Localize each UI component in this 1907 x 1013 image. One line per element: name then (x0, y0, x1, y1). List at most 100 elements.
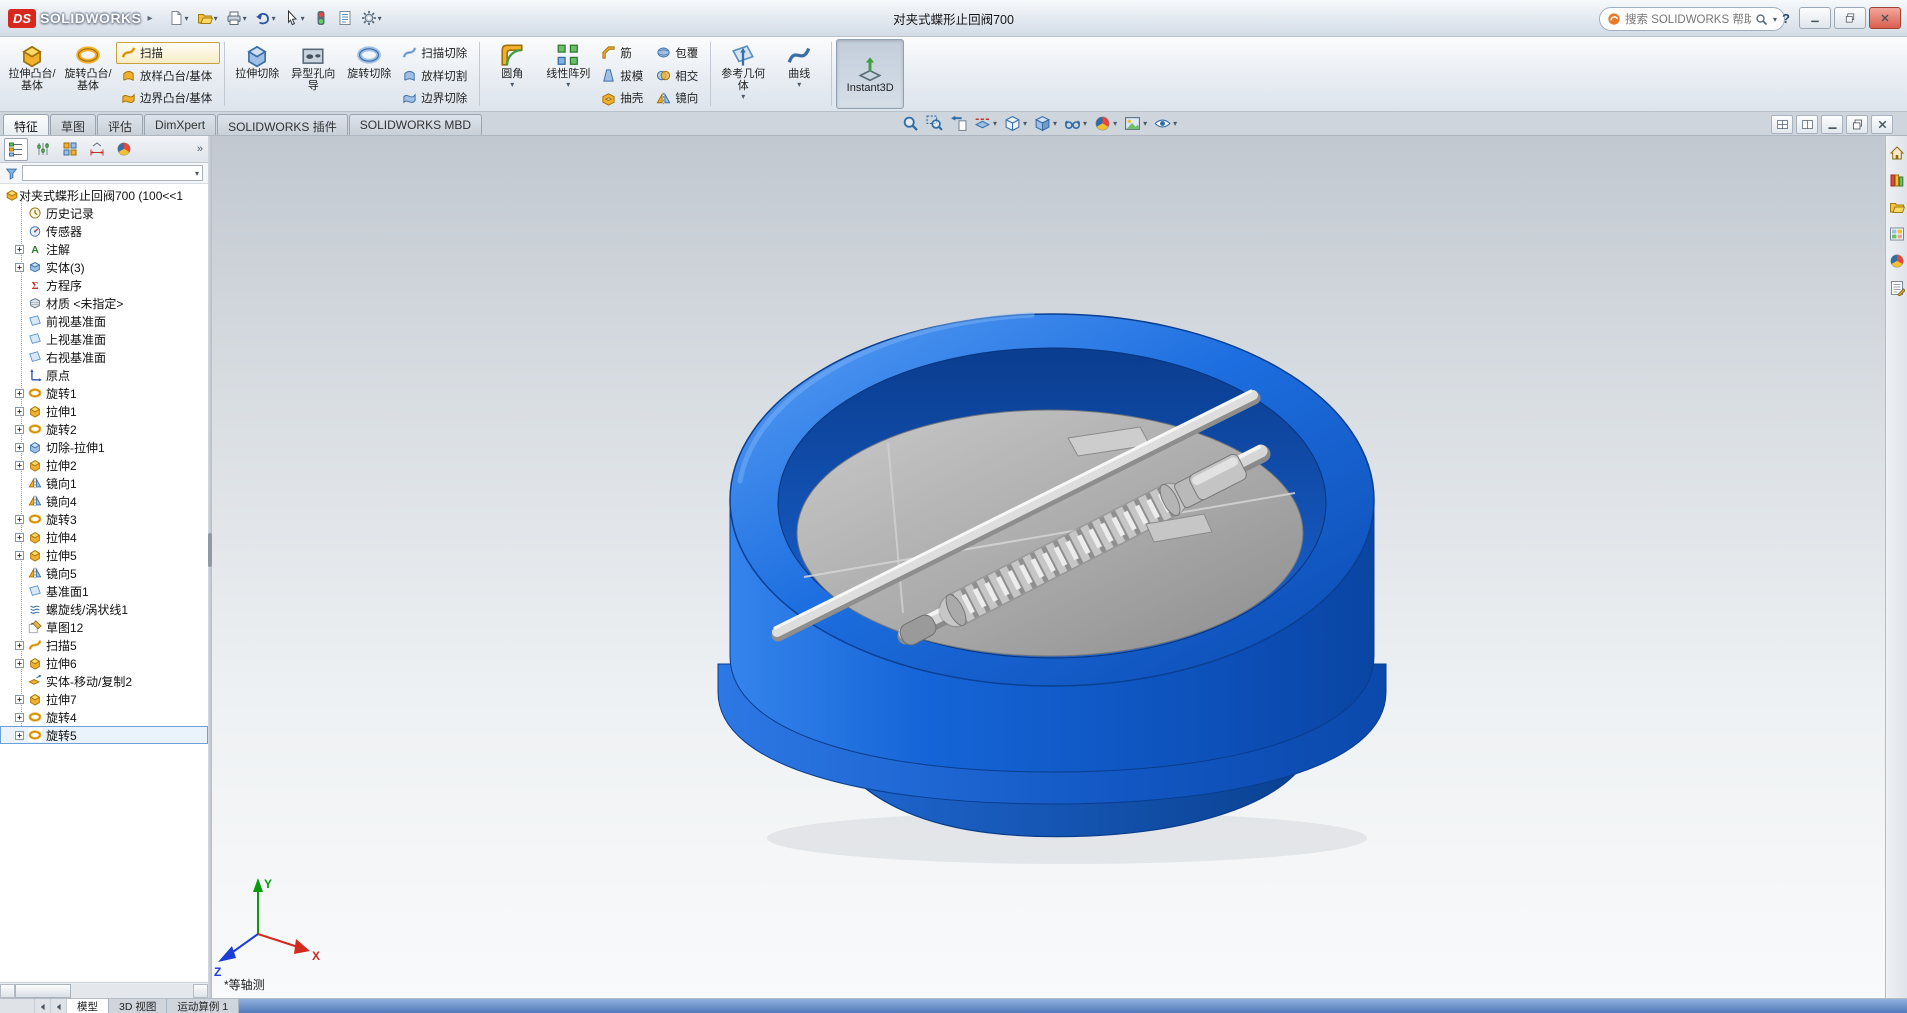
tree-item[interactable]: + 拉伸5 (0, 546, 208, 564)
property-manager-tab[interactable] (31, 138, 55, 161)
expand-toggle[interactable]: + (15, 442, 24, 452)
filter-input[interactable]: ▾ (22, 165, 203, 181)
pane-wide-button[interactable] (1796, 115, 1818, 134)
feature-tree-filter[interactable]: ▾ (0, 163, 208, 184)
tree-item[interactable]: + 实体(3) (0, 258, 208, 276)
ribbon-button-linear-pattern[interactable]: 线性阵列 ▾ (540, 39, 596, 109)
new-document-button[interactable]: ▾ (165, 8, 192, 28)
dropdown-arrow-icon[interactable]: ▾ (797, 80, 801, 89)
ribbon-tab-5[interactable]: SOLIDWORKS MBD (348, 114, 483, 135)
dropdown-arrow-icon[interactable]: ▾ (301, 14, 305, 23)
tree-item[interactable]: 草图12 (0, 618, 208, 636)
scroll-right-button[interactable] (193, 983, 208, 998)
ribbon-button-curves[interactable]: 曲线 ▾ (771, 39, 827, 109)
bottom-tab-0[interactable]: 模型 (67, 999, 109, 1013)
tree-item[interactable]: + 旋转4 (0, 708, 208, 726)
expand-toggle[interactable]: + (15, 532, 24, 542)
minimize-doc-button[interactable] (1821, 115, 1843, 134)
expand-toggle[interactable]: + (15, 388, 24, 398)
ribbon-button-intersect[interactable]: 相交 (651, 65, 706, 87)
help-button[interactable]: ? (1776, 11, 1796, 26)
expand-toggle[interactable]: + (15, 658, 24, 668)
select-button[interactable]: ▾ (281, 8, 308, 28)
ribbon-button-loft[interactable]: 放样凸台/基体 (116, 65, 220, 87)
ribbon-button-loft-cut[interactable]: 放样切割 (397, 65, 475, 87)
bottom-tab-2[interactable]: 运动算例 1 (167, 999, 240, 1013)
previous-view-button[interactable] (948, 114, 969, 133)
expand-toggle[interactable]: + (15, 640, 24, 650)
tree-root-item[interactable]: 对夹式蝶形止回阀700 (100<<1 (0, 186, 208, 204)
tree-item[interactable]: 镜向5 (0, 564, 208, 582)
expand-toggle[interactable]: + (15, 712, 24, 722)
ribbon-tab-2[interactable]: 评估 (97, 114, 144, 135)
expand-toggle[interactable]: + (15, 694, 24, 704)
ribbon-button-boundary-cut[interactable]: 边界切除 (397, 87, 475, 109)
dropdown-arrow-icon[interactable]: ▾ (1083, 119, 1087, 128)
zoom-area-button[interactable] (924, 114, 945, 133)
dropdown-arrow-icon[interactable]: ▾ (566, 80, 570, 89)
scroll-thumb[interactable] (15, 983, 71, 998)
dropdown-arrow-icon[interactable]: ▾ (1173, 119, 1177, 128)
configuration-manager-tab[interactable] (58, 138, 82, 161)
ribbon-button-extrude-boss[interactable]: 拉伸凸台/基体 (4, 39, 60, 109)
close-button[interactable] (1869, 7, 1901, 29)
tree-item[interactable]: 实体-移动/复制2 (0, 672, 208, 690)
dropdown-arrow-icon[interactable]: ▾ (1143, 119, 1147, 128)
ribbon-button-revolve-boss[interactable]: 旋转凸台/基体 (60, 39, 116, 109)
rebuild-button[interactable] (310, 8, 332, 28)
display-style-button[interactable]: ▾ (1032, 114, 1059, 133)
ribbon-button-draft[interactable]: 拔模 (596, 65, 651, 87)
panel-horizontal-scrollbar[interactable] (0, 982, 208, 998)
view-orientation-button[interactable]: ▾ (1002, 114, 1029, 133)
tree-item[interactable]: + 拉伸7 (0, 690, 208, 708)
ribbon-button-sweep[interactable]: 扫描 (116, 42, 221, 64)
ribbon-button-sweep-cut[interactable]: 扫描切除 (397, 42, 475, 64)
filter-dropdown-arrow-icon[interactable]: ▾ (195, 169, 199, 178)
tree-item[interactable]: 原点 (0, 366, 208, 384)
ribbon-button-extrude-cut[interactable]: 拉伸切除 (229, 39, 285, 109)
feature-manager-tab[interactable] (4, 137, 28, 161)
dropdown-arrow-icon[interactable]: ▾ (378, 14, 382, 23)
ribbon-tab-0[interactable]: 特征 (3, 114, 50, 135)
file-properties-button[interactable] (334, 8, 356, 28)
appearances-scenes-tab[interactable] (1888, 252, 1906, 270)
design-library-tab[interactable] (1888, 171, 1906, 189)
ribbon-button-shell[interactable]: 抽壳 (596, 87, 651, 109)
expand-toggle[interactable]: + (15, 424, 24, 434)
expand-toggle[interactable]: + (15, 406, 24, 416)
ribbon-button-rib[interactable]: 筋 (596, 42, 651, 64)
dimxpert-manager-tab[interactable] (85, 138, 109, 161)
ribbon-button-fillet[interactable]: 圆角 ▾ (484, 39, 540, 109)
minimize-button[interactable] (1799, 7, 1831, 29)
panel-tabs-overflow-button[interactable]: » (197, 143, 203, 155)
bottom-tab-1[interactable]: 3D 视图 (109, 999, 168, 1013)
custom-properties-tab[interactable] (1888, 279, 1906, 297)
tree-item[interactable]: + 旋转2 (0, 420, 208, 438)
dropdown-arrow-icon[interactable]: ▾ (185, 14, 189, 23)
ribbon-tab-3[interactable]: DimXpert (144, 114, 217, 135)
dropdown-arrow-icon[interactable]: ▾ (214, 14, 218, 23)
tree-item[interactable]: 传感器 (0, 222, 208, 240)
expand-toggle[interactable]: + (15, 262, 24, 272)
edit-appearance-button[interactable]: ▾ (1092, 114, 1119, 133)
tree-item[interactable]: 镜向4 (0, 492, 208, 510)
model-3d-view[interactable]: Y X Z (212, 136, 1885, 998)
graphics-area[interactable]: Y X Z *等轴测 (212, 136, 1885, 998)
help-search-box[interactable]: 搜索 SOLIDWORKS 帮助 ▾ (1599, 7, 1785, 31)
view-settings-button[interactable]: ▾ (1152, 114, 1179, 133)
section-view-button[interactable]: ▾ (972, 114, 999, 133)
ribbon-tab-1[interactable]: 草图 (50, 114, 97, 135)
ribbon-button-instant3d[interactable]: Instant3D (836, 39, 905, 109)
expand-toggle[interactable]: + (15, 514, 24, 524)
tab-scroll-left2-button[interactable] (51, 999, 67, 1013)
hide-show-items-button[interactable]: ▾ (1062, 114, 1089, 133)
scroll-left-button[interactable] (0, 983, 15, 998)
tree-item[interactable]: + 扫描5 (0, 636, 208, 654)
menu-expand-arrow-icon[interactable]: ▸ (148, 13, 153, 24)
split-pane-button[interactable] (1771, 115, 1793, 134)
tree-item[interactable]: 历史记录 (0, 204, 208, 222)
expand-toggle[interactable]: + (15, 550, 24, 560)
tree-item[interactable]: Σ 方程序 (0, 276, 208, 294)
scroll-track[interactable] (15, 983, 193, 998)
dropdown-arrow-icon[interactable]: ▾ (510, 80, 514, 89)
